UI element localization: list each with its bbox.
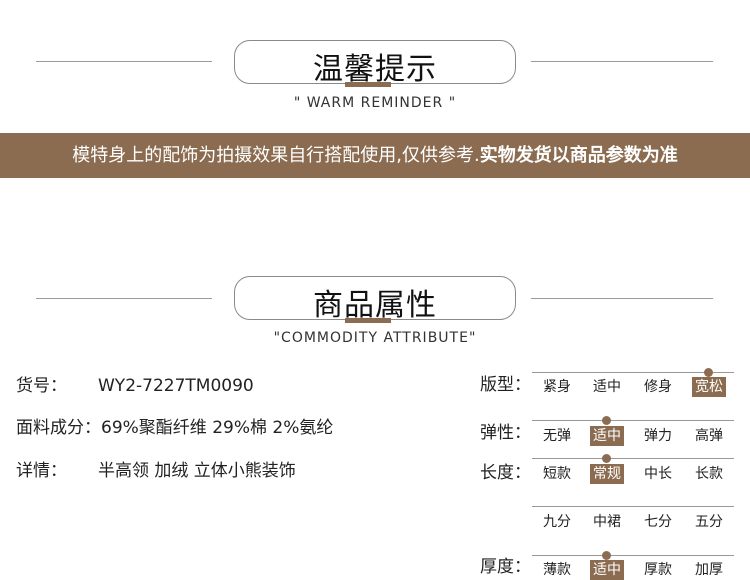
- attr-row-sku: 货号： WY2-7227TM0090: [16, 371, 254, 396]
- gauge-fit-marker: [704, 368, 713, 377]
- attr-label: 货号：: [16, 376, 67, 396]
- gauge-fit-label: 版型：: [480, 375, 531, 395]
- gauge-length-line: [532, 458, 734, 459]
- gauge-thickness-option-selected: 适中: [590, 560, 624, 580]
- gauge-elastic-option-selected: 适中: [590, 426, 624, 446]
- gauge-length-option: 九分: [543, 514, 571, 530]
- gauge-thickness-option: 厚款: [644, 562, 672, 578]
- gauge-length-option: 短款: [543, 466, 571, 482]
- attribute-title-box: 商品属性: [234, 276, 516, 323]
- gauge-fit-option-selected: 宽松: [692, 377, 726, 397]
- gauge-length-option-selected: 常规: [590, 464, 624, 484]
- attr-row-fabric: 面料成分：69%聚酯纤维 29%棉 2%氨纶: [16, 413, 333, 438]
- divider-left-1: [36, 61, 212, 62]
- gauge-thickness-option: 薄款: [543, 562, 571, 578]
- gauge-elastic-line: [532, 420, 734, 421]
- gauge-length-option: 长款: [695, 466, 723, 482]
- divider-left-2: [36, 298, 212, 299]
- attr-row-details: 详情： 半高领 加绒 立体小熊装饰: [16, 456, 296, 481]
- attr-label: 面料成分：: [16, 418, 101, 438]
- attr-label: 详情：: [16, 461, 67, 481]
- attribute-title-underline: [345, 318, 391, 323]
- gauge-fit-option: 修身: [644, 379, 672, 395]
- gauge-length-marker: [602, 454, 611, 463]
- reminder-title-box: 温馨提示: [234, 40, 516, 87]
- gauge-fit-option: 适中: [593, 379, 621, 395]
- gauge-length-label: 长度：: [480, 463, 531, 483]
- divider-right-1: [531, 61, 713, 62]
- banner-normal-text: 模特身上的配饰为拍摄效果自行搭配使用,仅供参考.: [72, 145, 480, 166]
- gauge-thickness-label: 厚度：: [480, 557, 531, 577]
- gauge-length-line-2: [532, 506, 734, 507]
- gauge-elastic-option: 无弹: [543, 428, 571, 444]
- gauge-elastic-label: 弹性：: [480, 423, 531, 443]
- attr-value: 69%聚酯纤维 29%棉 2%氨纶: [101, 418, 334, 438]
- gauge-fit-option: 紧身: [543, 379, 571, 395]
- gauge-length-option: 七分: [644, 514, 672, 530]
- gauge-length-option: 中裙: [593, 514, 621, 530]
- gauge-thickness-marker: [602, 551, 611, 560]
- attr-value: WY2-7227TM0090: [98, 376, 254, 396]
- attr-value: 半高领 加绒 立体小熊装饰: [98, 461, 296, 481]
- banner-bold-text: 实物发货以商品参数为准: [479, 145, 678, 166]
- gauge-elastic-option: 高弹: [695, 428, 723, 444]
- gauge-length-option: 中长: [644, 466, 672, 482]
- gauge-elastic-marker: [602, 416, 611, 425]
- reminder-title-underline: [345, 82, 391, 87]
- divider-right-2: [531, 298, 713, 299]
- gauge-elastic-option: 弹力: [644, 428, 672, 444]
- gauge-thickness-line: [532, 555, 734, 556]
- gauge-thickness-option: 加厚: [695, 562, 723, 578]
- gauge-length-option: 五分: [695, 514, 723, 530]
- attribute-subtitle: "COMMODITY ATTRIBUTE": [273, 330, 477, 346]
- reminder-subtitle: " WARM REMINDER ": [293, 95, 457, 111]
- reminder-banner: 模特身上的配饰为拍摄效果自行搭配使用,仅供参考.实物发货以商品参数为准: [0, 133, 750, 178]
